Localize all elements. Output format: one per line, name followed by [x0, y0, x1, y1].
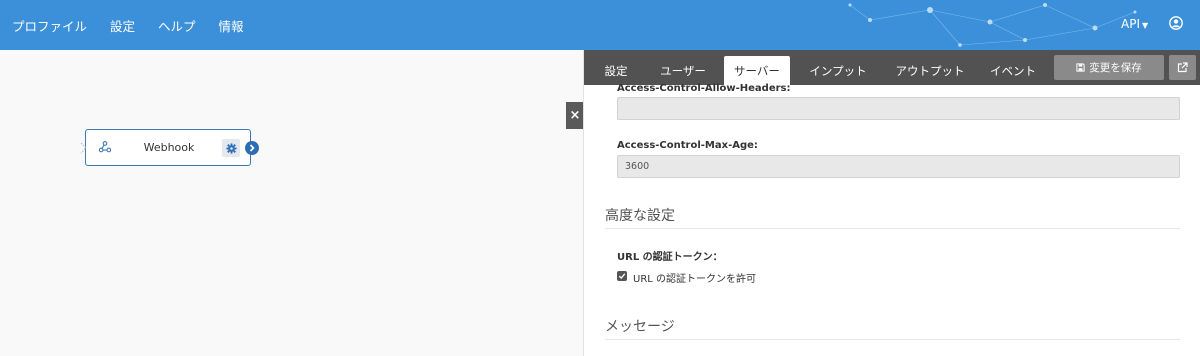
- top-navbar: プロファイル 設定 ヘルプ 情報 API ▼: [0, 0, 1200, 50]
- tab-output[interactable]: アウトプット: [890, 56, 970, 85]
- main-nav: プロファイル 設定 ヘルプ 情報: [0, 0, 267, 50]
- chevron-right-icon: [249, 144, 255, 152]
- save-changes-button[interactable]: 変更を保存: [1054, 55, 1164, 80]
- url-token-checkbox[interactable]: [617, 271, 627, 281]
- allow-headers-input[interactable]: [617, 97, 1180, 120]
- url-token-label: URL の認証トークン：: [617, 252, 723, 263]
- section-divider: [605, 228, 1180, 229]
- allow-headers-label: Access-Control-Allow-Headers:: [617, 83, 791, 94]
- nav-item-info[interactable]: 情報: [219, 16, 244, 35]
- max-age-label: Access-Control-Max-Age:: [617, 140, 758, 151]
- nav-item-help[interactable]: ヘルプ: [158, 16, 196, 35]
- network-background-graphic: [848, 3, 1137, 47]
- flow-canvas[interactable]: Webhook: [0, 50, 583, 356]
- messages-title: メッセージ: [605, 319, 675, 335]
- tab-input[interactable]: インプット: [802, 56, 874, 85]
- node-settings-panel: 設定 ユーザー サーバー インプット アウトプット イベント 変更を保存 Acc…: [583, 50, 1200, 356]
- api-dropdown-label: API: [1121, 17, 1140, 31]
- tab-settings[interactable]: 設定: [598, 56, 634, 85]
- floppy-disk-icon: [1076, 63, 1085, 72]
- checkmark-icon: [618, 273, 626, 279]
- gear-icon: [225, 142, 237, 154]
- nav-item-profile[interactable]: プロファイル: [12, 16, 87, 35]
- save-changes-label: 変更を保存: [1089, 62, 1142, 74]
- output-port-button[interactable]: [245, 141, 259, 155]
- close-panel-button[interactable]: ×: [566, 102, 584, 129]
- external-link-icon: [1177, 62, 1188, 73]
- webhook-node[interactable]: Webhook: [80, 129, 259, 166]
- user-circle-icon[interactable]: [1169, 16, 1183, 30]
- url-token-checkbox-label[interactable]: URL の認証トークンを許可: [633, 270, 756, 285]
- tab-users[interactable]: ユーザー: [650, 56, 716, 85]
- tab-events[interactable]: イベント: [984, 56, 1042, 85]
- caret-down-icon: ▼: [1141, 21, 1149, 30]
- open-external-button[interactable]: [1169, 55, 1196, 80]
- node-settings-button[interactable]: [222, 139, 240, 157]
- advanced-settings-title: 高度な設定: [605, 208, 675, 224]
- max-age-input[interactable]: [617, 155, 1180, 178]
- api-dropdown[interactable]: API ▼: [1121, 17, 1148, 31]
- nav-item-settings[interactable]: 設定: [110, 16, 135, 35]
- section-divider: [605, 339, 1180, 340]
- panel-tabbar: 設定 ユーザー サーバー インプット アウトプット イベント 変更を保存: [584, 50, 1200, 85]
- tab-server[interactable]: サーバー: [724, 56, 790, 85]
